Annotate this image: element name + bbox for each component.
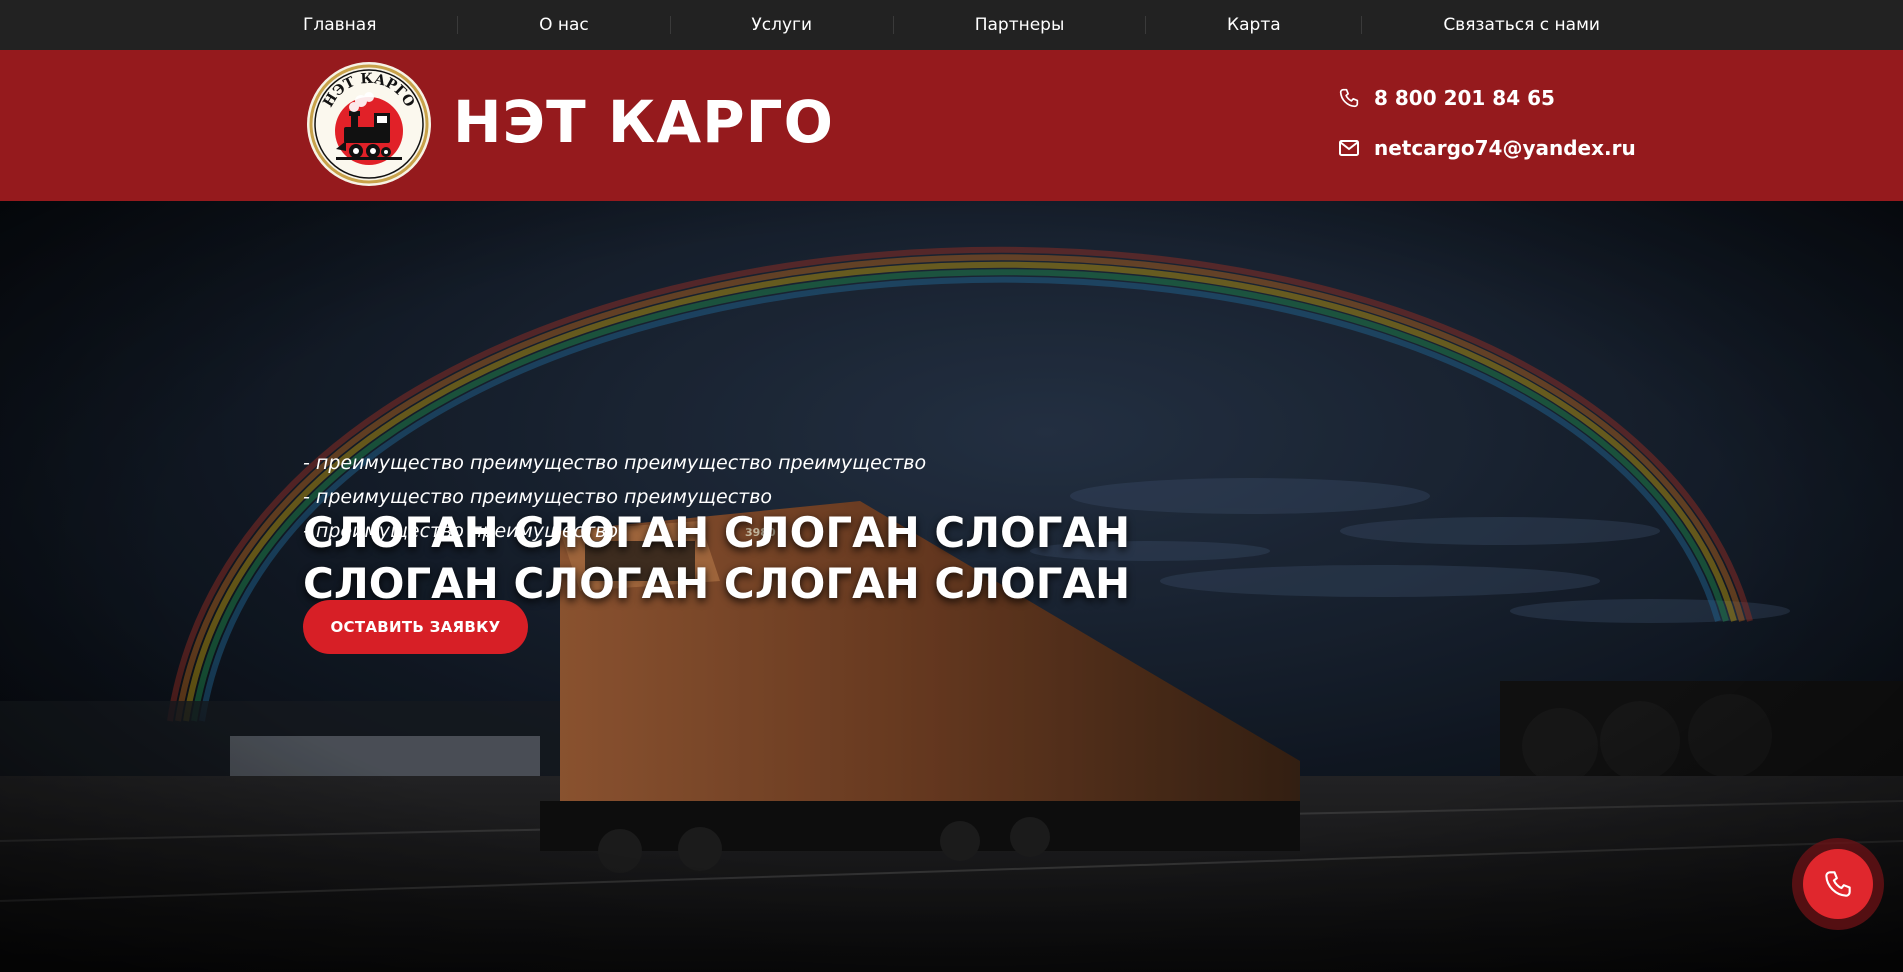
benefits-list: - преимущество преимущество преимущество… — [303, 446, 926, 548]
callback-button-inner[interactable] — [1803, 849, 1873, 919]
nav-separator — [1361, 16, 1363, 34]
phone-number[interactable]: 8 800 201 84 65 — [1374, 86, 1555, 110]
hero-section: 3980 СЛОГАН СЛОГАН СЛОГАН СЛОГАН СЛОГАН … — [0, 201, 1903, 972]
benefit-item: - преимущество преимущество преимущество… — [303, 452, 927, 474]
nav-item-map[interactable]: Карта — [1227, 15, 1281, 35]
benefit-item: - преимущество преимущество преимущество — [303, 486, 773, 508]
nav-item-contact[interactable]: Связаться с нами — [1443, 15, 1600, 35]
nav-separator — [892, 16, 894, 34]
brand-title[interactable]: НЭТ КАРГО — [453, 88, 834, 156]
submit-request-button[interactable]: ОСТАВИТЬ ЗАЯВКУ — [303, 600, 528, 654]
nav-separator — [669, 16, 671, 34]
benefit-item: - преимущество преимущество — [303, 520, 618, 542]
logo[interactable]: НЭТ КАРГО — [306, 61, 432, 187]
top-navigation-inner: Главная О нас Услуги Партнеры Карта Связ… — [303, 0, 1600, 50]
email-address[interactable]: netcargo74@yandex.ru — [1374, 136, 1636, 160]
phone-icon — [1338, 87, 1360, 109]
top-navigation: Главная О нас Услуги Партнеры Карта Связ… — [0, 0, 1903, 50]
envelope-icon — [1338, 137, 1360, 159]
nav-item-services[interactable]: Услуги — [751, 15, 812, 35]
site-header — [0, 50, 1903, 201]
nav-separator — [1145, 16, 1147, 34]
page: Главная О нас Услуги Партнеры Карта Связ… — [0, 0, 1903, 972]
nav-item-about[interactable]: О нас — [539, 15, 589, 35]
header-phone[interactable]: 8 800 201 84 65 — [1338, 86, 1555, 110]
nav-item-partners[interactable]: Партнеры — [975, 15, 1065, 35]
phone-icon — [1825, 871, 1851, 897]
callback-button[interactable] — [1792, 838, 1884, 930]
logo-emblem-icon: НЭТ КАРГО — [307, 62, 431, 186]
header-email[interactable]: netcargo74@yandex.ru — [1338, 136, 1636, 160]
nav-separator — [457, 16, 459, 34]
nav-item-home[interactable]: Главная — [303, 15, 376, 35]
